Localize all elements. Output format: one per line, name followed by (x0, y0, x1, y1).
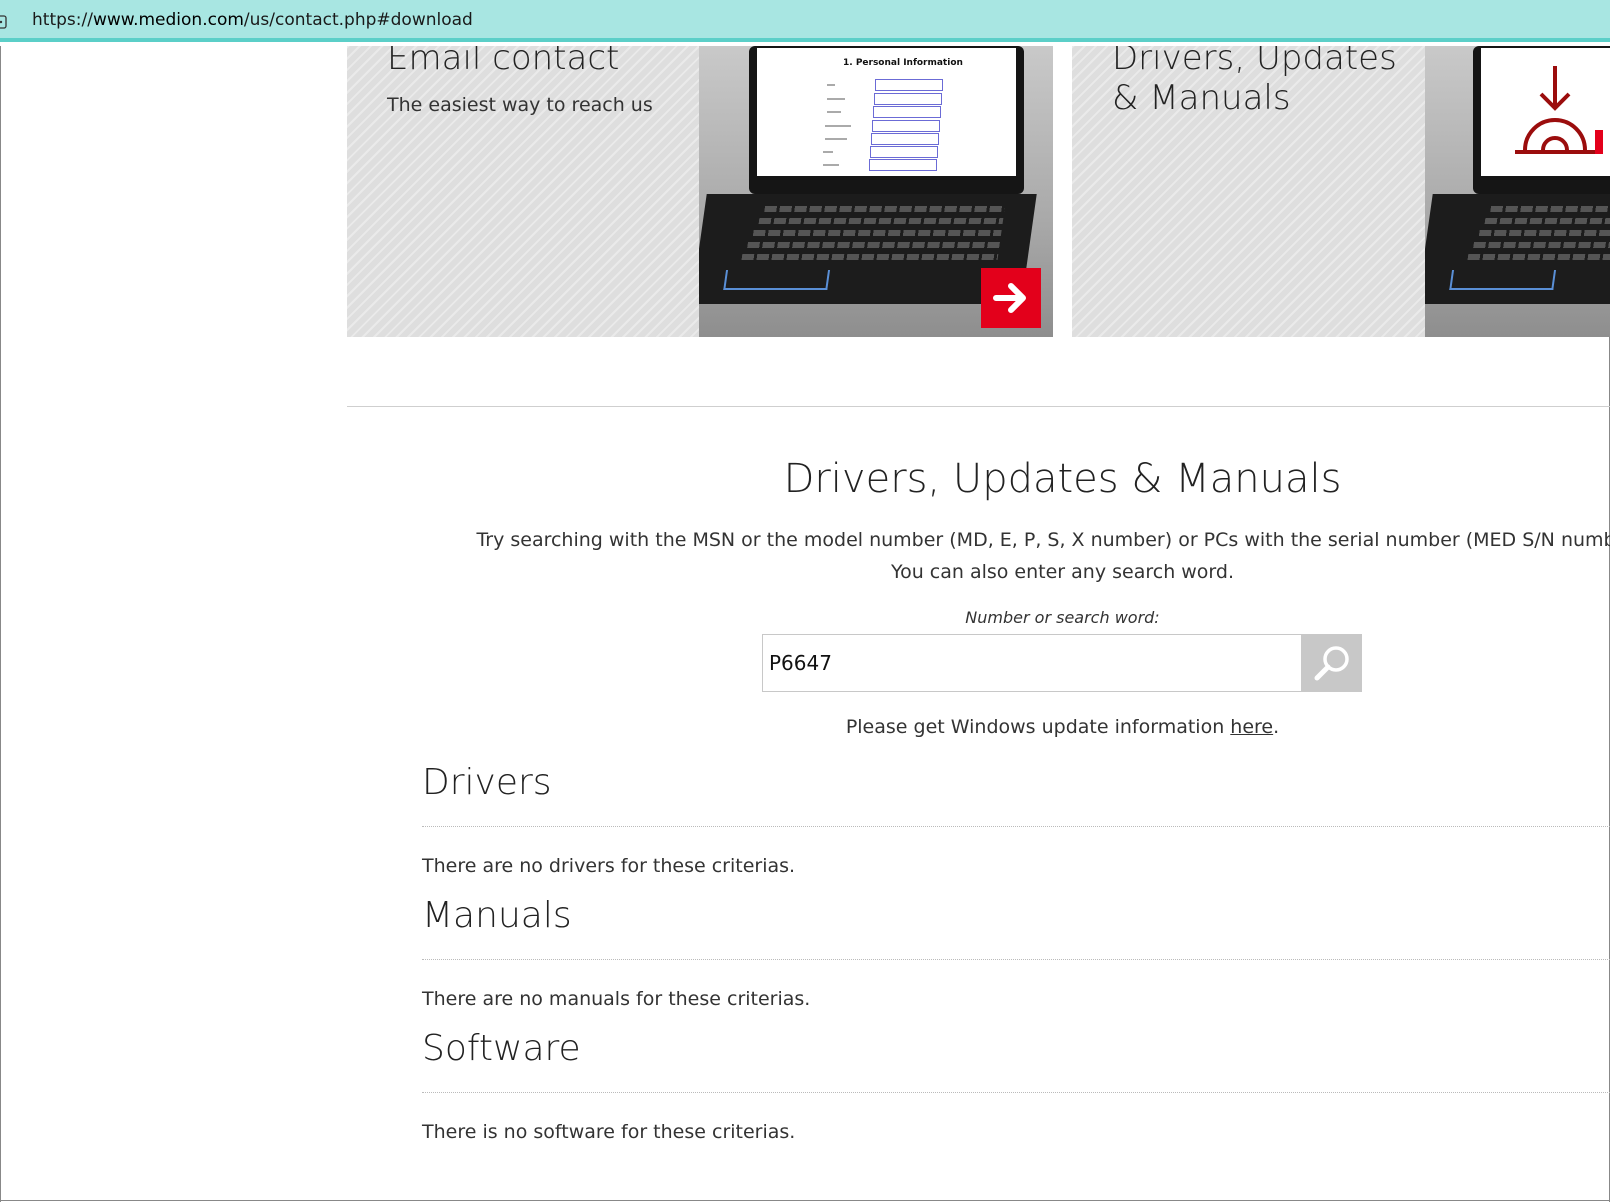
drivers-empty-message: There are no drivers for these criterias… (422, 855, 796, 877)
drivers-updates-card[interactable]: Drivers, Updates & Manuals (1072, 46, 1610, 337)
drivers-updates-card-title: Drivers, Updates & Manuals (1112, 46, 1397, 118)
form-field-line (872, 120, 940, 132)
email-contact-title: Email contact (387, 46, 620, 78)
form-label-line (827, 84, 835, 86)
form-label-line (823, 151, 833, 153)
touchpad (723, 270, 831, 290)
browser-url-bar[interactable]: https://www.medion.com/us/contact.php#do… (0, 0, 1610, 42)
key-row (1490, 206, 1610, 212)
laptop-screen-frame (1473, 46, 1610, 194)
form-label-line (827, 111, 841, 113)
manuals-rule (422, 959, 1610, 960)
form-label-line (827, 98, 845, 100)
form-field-line (869, 159, 937, 171)
windows-update-info: Please get Windows update information he… (0, 716, 1610, 738)
window-border-bottom (0, 1200, 1610, 1201)
email-contact-subtitle: The easiest way to reach us (387, 94, 653, 116)
search-input[interactable] (762, 634, 1302, 692)
key-row (1478, 230, 1610, 236)
laptop-form-image: 1. Personal Information (699, 46, 1053, 337)
laptop-screen (1481, 48, 1610, 176)
laptop-keyboard (1425, 194, 1610, 304)
screen-form-heading: 1. Personal Information (843, 58, 963, 68)
laptop-screen: 1. Personal Information (757, 48, 1016, 176)
email-contact-arrow-button[interactable] (981, 268, 1041, 328)
touchpad (1449, 270, 1557, 290)
arrow-right-icon (993, 283, 1026, 313)
form-field-line (870, 146, 938, 158)
drivers-rule (422, 826, 1610, 827)
intro-line-1: Try searching with the MSN or the model … (476, 529, 1610, 551)
download-section-title: Drivers, Updates & Manuals (783, 456, 1342, 502)
software-heading: Software (422, 1028, 581, 1069)
manuals-heading: Manuals (422, 895, 572, 936)
laptop-download-image (1425, 46, 1610, 337)
windows-info-suffix: . (1273, 716, 1280, 738)
key-row (1473, 242, 1610, 248)
search-button[interactable] (1302, 634, 1362, 692)
laptop-screen-frame: 1. Personal Information (749, 46, 1024, 194)
key-row (1467, 254, 1610, 260)
form-field-line (873, 106, 941, 118)
key-row (752, 230, 1002, 236)
drivers-section: Drivers There are no drivers for these c… (422, 762, 1610, 877)
windows-update-link[interactable]: here (1230, 716, 1273, 738)
download-icon (1515, 66, 1603, 154)
url-prefix: https:// (32, 10, 93, 30)
key-row (764, 206, 1006, 212)
manuals-section: Manuals There are no manuals for these c… (422, 895, 1610, 1010)
key-row (747, 242, 1000, 248)
key-row (1484, 218, 1610, 224)
section-divider (347, 406, 1610, 407)
page-info-icon[interactable] (0, 12, 10, 30)
windows-info-text: Please get Windows update information (845, 716, 1231, 738)
key-row (741, 254, 999, 260)
search-icon (1314, 646, 1349, 681)
software-section: Software There is no software for these … (422, 1028, 1610, 1143)
url-host: www.medion.com (92, 10, 244, 30)
url-path: /us/contact.php#download (243, 10, 473, 30)
drivers-heading: Drivers (422, 762, 552, 803)
url-text[interactable]: https://www.medion.com/us/contact.php#do… (32, 10, 473, 30)
search-label: Number or search word: (965, 608, 1160, 627)
form-field-line (875, 79, 943, 91)
form-label-line (825, 125, 851, 127)
form-field-line (871, 133, 939, 145)
manuals-empty-message: There are no manuals for these criterias… (422, 988, 811, 1010)
form-label-line (823, 164, 839, 166)
software-rule (422, 1092, 1610, 1093)
form-field-line (874, 93, 942, 105)
software-empty-message: There is no software for these criterias… (422, 1121, 796, 1143)
download-intro: Try searching with the MSN or the model … (0, 524, 1610, 588)
email-contact-card[interactable]: Email contact The easiest way to reach u… (347, 46, 1053, 337)
form-label-line (825, 138, 847, 140)
intro-line-2: You can also enter any search word. (890, 561, 1235, 583)
key-row (758, 218, 1004, 224)
